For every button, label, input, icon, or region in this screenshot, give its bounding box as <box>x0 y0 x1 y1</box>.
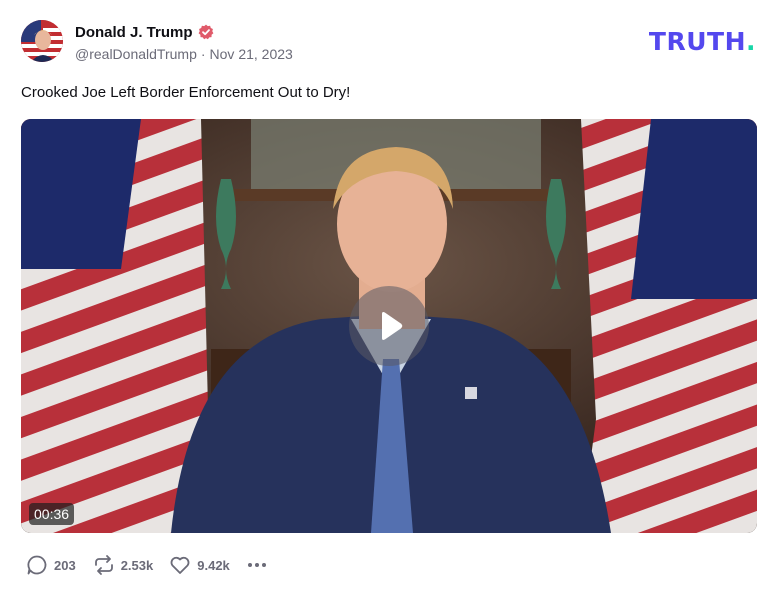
logo-dot: . <box>746 27 756 56</box>
play-icon <box>382 312 403 340</box>
truth-logo[interactable]: TRUTH. <box>649 28 756 56</box>
play-button[interactable] <box>349 286 429 366</box>
retruth-button[interactable]: 2.53k <box>93 554 154 576</box>
post-text: Crooked Joe Left Border Enforcement Out … <box>21 84 351 101</box>
reply-button[interactable]: 203 <box>26 554 76 576</box>
like-button[interactable]: 9.42k <box>169 554 230 576</box>
post-date[interactable]: Nov 21, 2023 <box>210 46 293 62</box>
author-name[interactable]: Donald J. Trump <box>75 24 193 41</box>
logo-text: TRUTH <box>648 27 746 56</box>
heart-icon <box>170 556 190 574</box>
retruth-icon <box>94 555 113 575</box>
video-duration: 00:36 <box>29 503 75 525</box>
retruth-count: 2.53k <box>120 557 154 573</box>
meta-separator: · <box>200 46 206 62</box>
post-actions: 203 2.53k 9.42k <box>26 553 268 577</box>
more-icon <box>247 563 266 567</box>
reply-count: 203 <box>54 557 76 573</box>
like-count: 9.42k <box>197 557 230 573</box>
reply-icon <box>27 555 47 575</box>
video-player[interactable]: 00:36 <box>21 119 757 533</box>
avatar[interactable] <box>21 20 63 62</box>
author-handle[interactable]: @realDonaldTrump <box>75 46 197 62</box>
more-options-button[interactable] <box>246 554 268 576</box>
verified-badge-icon <box>198 24 213 40</box>
